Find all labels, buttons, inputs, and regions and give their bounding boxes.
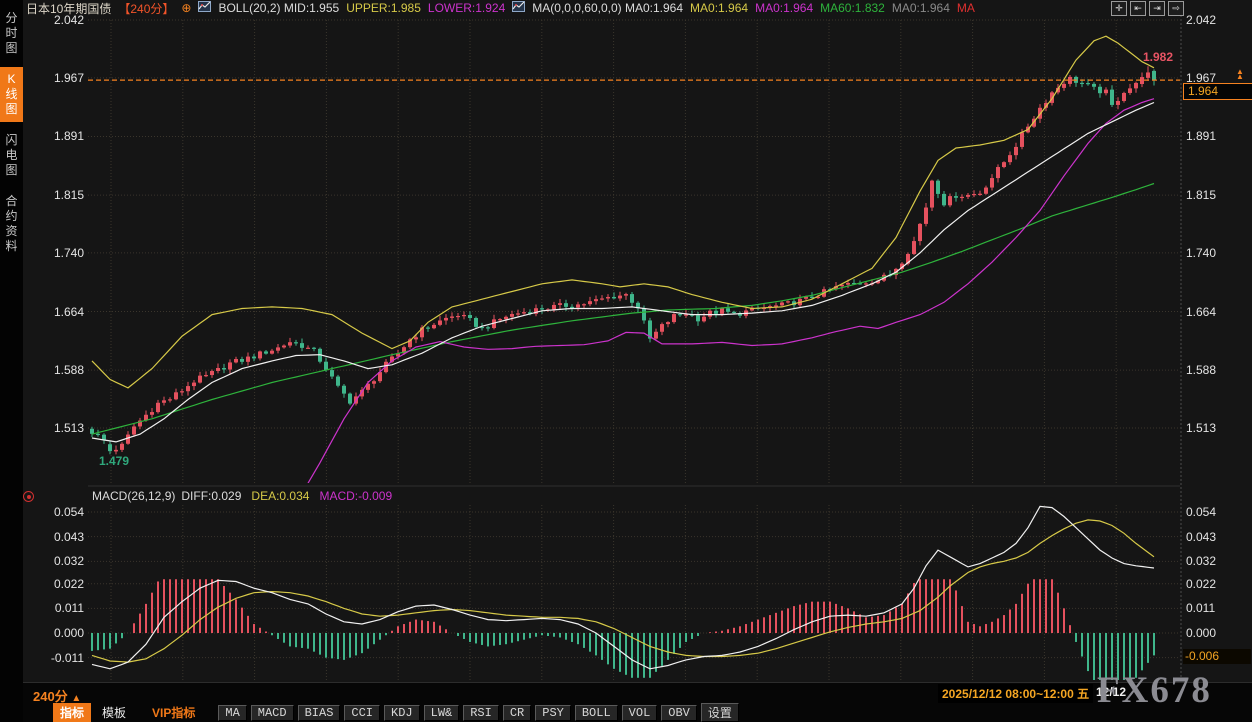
toolbar-item-BOLL[interactable]: BOLL — [575, 705, 618, 721]
header-segment: BOLL(20,2) MID:1.955 — [218, 1, 339, 15]
header-segment: MA(0,0,0,60,0,0) MA0:1.964 — [532, 1, 683, 15]
session-high-label: 1.982 — [1143, 50, 1173, 64]
macd-parameter-row[interactable]: MACD(26,12,9) DIFF:0.029 DEA:0.034 MACD:… — [92, 489, 392, 503]
header-segment: MA60:1.832 — [820, 1, 885, 15]
x-tick-last: 12/12 — [1096, 685, 1126, 699]
toolbar-item-RSI[interactable]: RSI — [463, 705, 499, 721]
toolbar-item-KDJ[interactable]: KDJ — [384, 705, 420, 721]
toolbar-item-CR[interactable]: CR — [503, 705, 531, 721]
toolbar-item-MACD[interactable]: MACD — [251, 705, 294, 721]
chart-app: { "sidebar": { "items": [ {"label": "分时图… — [0, 0, 1252, 722]
plus-circle-icon[interactable]: ⊕ — [181, 1, 191, 15]
macd-last-value-box: -0.006 — [1183, 649, 1251, 664]
header-segment: UPPER:1.985 — [346, 1, 421, 15]
price-macd-chart[interactable] — [0, 0, 1252, 722]
toolbar-item-模板[interactable]: 模板 — [95, 703, 133, 722]
toolbar-item-CCI[interactable]: CCI — [344, 705, 380, 721]
detach-panel-icon[interactable]: ⇨ — [1168, 1, 1184, 16]
hovered-bar-time-box: 2025/12/12 08:00~12:00 五 — [938, 684, 1093, 703]
header-segment: MA0:1.964 — [755, 1, 813, 15]
macd-indicator-target-icon[interactable] — [23, 491, 34, 502]
period-label: 240分 — [33, 689, 68, 704]
left-sidebar: 分时图K线图闪电图合约资料 — [0, 0, 23, 722]
header-segment: 日本10年期国债 — [26, 0, 111, 17]
indicator-toolbar: 指标模板 VIP指标 MA MACDBIASCCIKDJLW&RSICRPSYBOLL… — [23, 703, 1252, 722]
header-segment: 【240分】 — [118, 0, 174, 17]
sidebar-char: 图 — [5, 41, 17, 56]
price-up-arrow-icon: ▲▲ — [1236, 69, 1244, 79]
period-low-label: 1.479 — [99, 454, 129, 468]
move-icon[interactable]: ✛ — [1111, 1, 1127, 16]
sidebar-char: 线 — [5, 87, 17, 102]
macd-diff-value: DIFF:0.029 — [181, 489, 241, 503]
sidebar-item-1[interactable]: 分时图 — [0, 6, 23, 61]
axis-shift-left-icon[interactable]: ⇤ — [1130, 1, 1146, 16]
axis-shift-right-icon[interactable]: ⇥ — [1149, 1, 1165, 16]
sidebar-char: 合 — [5, 194, 17, 209]
toolbar-item-MA[interactable]: MA — [218, 705, 246, 721]
header-segment: LOWER:1.924 — [428, 1, 505, 15]
header-segment: MA0:1.964 — [892, 1, 950, 15]
sidebar-item-4[interactable]: 合约资料 — [0, 189, 23, 259]
sidebar-char: 分 — [5, 11, 17, 26]
sidebar-char: 闪 — [5, 133, 17, 148]
sidebar-char: K — [7, 72, 15, 87]
sidebar-item-3[interactable]: 闪电图 — [0, 128, 23, 183]
sidebar-char: 图 — [5, 163, 17, 178]
sidebar-item-2[interactable]: K线图 — [0, 67, 23, 122]
toolbar-item-BIAS[interactable]: BIAS — [298, 705, 341, 721]
chart-mini-icon[interactable] — [198, 1, 211, 15]
toolbar-item-OBV[interactable]: OBV — [661, 705, 697, 721]
sidebar-char: 料 — [5, 239, 17, 254]
toolbar-item-PSY[interactable]: PSY — [535, 705, 571, 721]
last-price-box: 1.964 — [1183, 83, 1252, 100]
macd-macd-value: MACD:-0.009 — [319, 489, 392, 503]
chart-window-icons: ✛⇤⇥⇨ — [1111, 1, 1184, 16]
sidebar-char: 约 — [5, 209, 17, 224]
toolbar-item-VIP指标[interactable]: VIP指标 — [145, 703, 202, 722]
indicator-header: 日本10年期国债【240分】 ⊕ BOLL(20,2) MID:1.955 UPPER… — [26, 0, 1116, 16]
macd-dea-value: DEA:0.034 — [251, 489, 309, 503]
sidebar-char: 电 — [5, 148, 17, 163]
chart-mini-icon[interactable] — [512, 1, 525, 15]
header-segment: MA0:1.964 — [690, 1, 748, 15]
sidebar-char: 资 — [5, 224, 17, 239]
macd-name-label: MACD(26,12,9) — [92, 489, 175, 503]
header-segment: MA — [957, 1, 975, 15]
toolbar-item-设置[interactable]: 设置 — [701, 703, 739, 722]
sidebar-char: 时 — [5, 26, 17, 41]
toolbar-item-VOL[interactable]: VOL — [622, 705, 658, 721]
sidebar-char: 图 — [5, 102, 17, 117]
toolbar-item-LW&[interactable]: LW& — [424, 705, 460, 721]
toolbar-item-指标[interactable]: 指标 — [53, 703, 91, 722]
